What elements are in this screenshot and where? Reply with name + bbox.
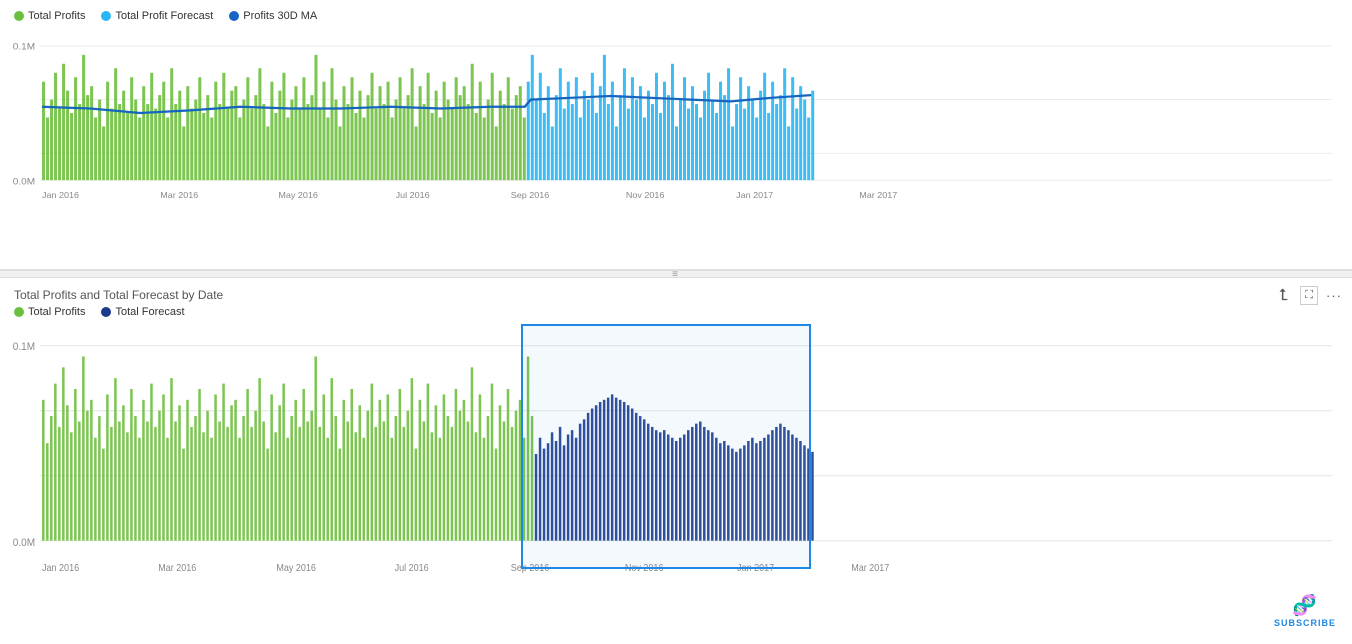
- drag-handle[interactable]: ≡: [0, 270, 1352, 278]
- legend-dot-forecast: [101, 11, 111, 21]
- legend-total-forecast-bottom: Total Forecast: [101, 306, 184, 318]
- legend-dot-profits: [14, 11, 24, 21]
- subscribe-icon: 🧬: [1292, 593, 1318, 618]
- svg-text:Jan 2016: Jan 2016: [42, 191, 79, 200]
- legend-label-forecast: Total Profit Forecast: [115, 10, 213, 22]
- legend-profits-ma: Profits 30D MA: [229, 10, 317, 22]
- legend-label-ma: Profits 30D MA: [243, 10, 317, 22]
- bottom-chart-controls: ⮤ ⛶ ···: [1279, 286, 1342, 305]
- bottom-chart-panel: ⮤ ⛶ ··· Total Profits and Total Forecast…: [0, 278, 1352, 644]
- top-chart-panel: Total Profits Total Profit Forecast Prof…: [0, 0, 1352, 270]
- svg-text:Mar 2016: Mar 2016: [158, 563, 196, 573]
- svg-text:0.1M: 0.1M: [13, 42, 35, 52]
- svg-text:Jul 2016: Jul 2016: [395, 563, 429, 573]
- bottom-chart-legend: Total Profits Total Forecast: [10, 306, 1342, 318]
- more-options-button[interactable]: ···: [1326, 288, 1342, 303]
- svg-text:0.0M: 0.0M: [13, 538, 35, 549]
- svg-text:May 2016: May 2016: [276, 563, 316, 573]
- legend-total-profit-forecast: Total Profit Forecast: [101, 10, 213, 22]
- top-chart-svg: 0.1M 0.0M: [10, 28, 1342, 207]
- svg-text:Sep 2016: Sep 2016: [511, 191, 550, 200]
- svg-text:Mar 2017: Mar 2017: [859, 191, 897, 200]
- legend-dot-ma: [229, 11, 239, 21]
- legend-dot-profits-bottom: [14, 307, 24, 317]
- bottom-chart-area: 0.1M 0.0M: [10, 324, 1342, 584]
- top-chart-area: 0.1M 0.0M: [10, 28, 1342, 207]
- svg-text:0.0M: 0.0M: [13, 177, 35, 187]
- svg-text:Jan 2016: Jan 2016: [42, 563, 79, 573]
- drag-handle-icon: ≡: [672, 269, 680, 280]
- legend-total-profits-bottom: Total Profits: [14, 306, 85, 318]
- legend-label-profits: Total Profits: [28, 10, 85, 22]
- selection-box: [521, 324, 811, 569]
- legend-label-profits-bottom: Total Profits: [28, 306, 85, 318]
- svg-text:Nov 2016: Nov 2016: [626, 191, 665, 200]
- legend-label-forecast-bottom: Total Forecast: [115, 306, 184, 318]
- expand-button[interactable]: ⛶: [1300, 286, 1318, 305]
- legend-dot-forecast-bottom: [101, 307, 111, 317]
- subscribe-button[interactable]: 🧬 SUBSCRIBE: [1274, 593, 1336, 628]
- svg-text:Jan 2017: Jan 2017: [736, 191, 773, 200]
- bottom-chart-title: Total Profits and Total Forecast by Date: [10, 288, 1342, 302]
- subscribe-label: SUBSCRIBE: [1274, 618, 1336, 628]
- svg-text:0.1M: 0.1M: [13, 342, 35, 353]
- top-chart-legend: Total Profits Total Profit Forecast Prof…: [10, 10, 1342, 22]
- legend-total-profits: Total Profits: [14, 10, 85, 22]
- cursor-icon: ⮤: [1279, 287, 1288, 305]
- svg-text:Mar 2017: Mar 2017: [851, 563, 889, 573]
- svg-text:Mar 2016: Mar 2016: [160, 191, 198, 200]
- svg-text:May 2016: May 2016: [278, 191, 318, 200]
- svg-text:Jul 2016: Jul 2016: [396, 191, 430, 200]
